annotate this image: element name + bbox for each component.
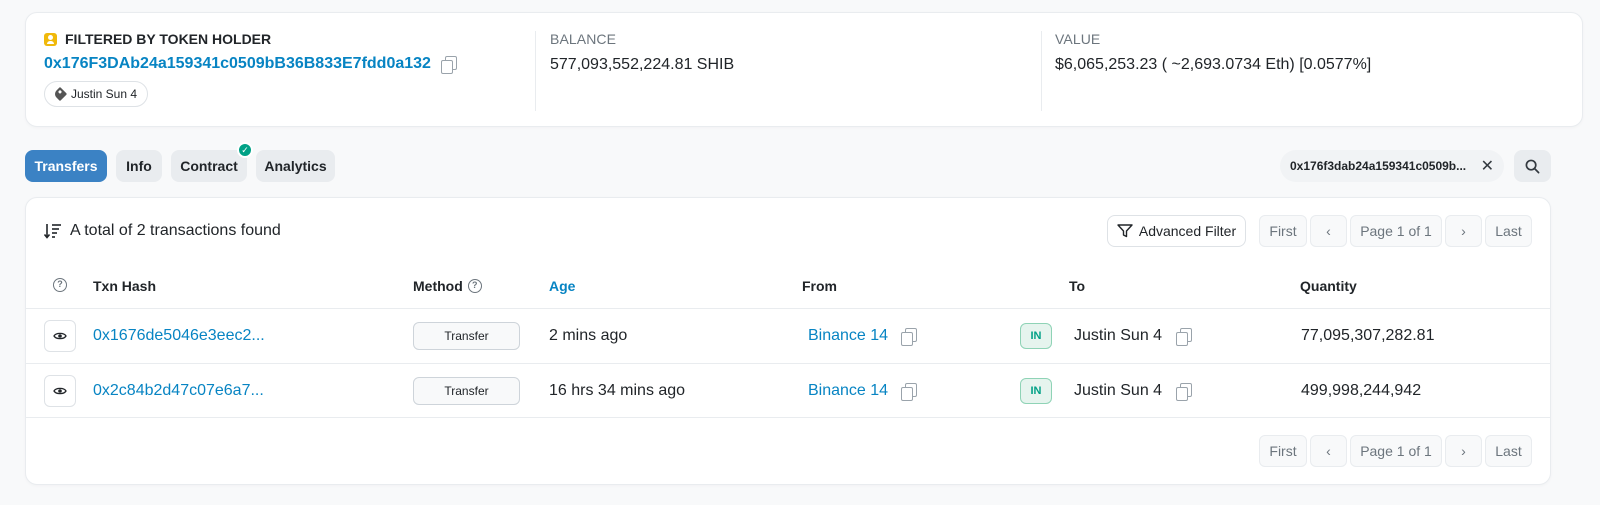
chevron-right-icon: ›	[1461, 443, 1466, 459]
tab-analytics[interactable]: Analytics	[256, 150, 335, 182]
from-address-link[interactable]: Binance 14	[808, 327, 888, 345]
tab-contract-label: Contract	[180, 158, 238, 174]
address-filter-chip[interactable]: 0x176f3dab24a159341c0509b... ✕	[1280, 150, 1504, 182]
holder-name-tag-label: Justin Sun 4	[71, 87, 138, 101]
column-method-label: Method	[413, 278, 463, 294]
chevron-left-icon: ‹	[1326, 223, 1331, 239]
value-section: VALUE $6,065,253.23 ( ~2,693.0734 Eth) […	[1055, 31, 1371, 74]
holder-label-row: FILTERED BY TOKEN HOLDER	[44, 31, 457, 47]
question-icon[interactable]: ?	[467, 279, 482, 293]
direction-badge: IN	[1020, 378, 1052, 404]
value-label: VALUE	[1055, 31, 1101, 47]
age-text: 16 hrs 34 mins ago	[549, 382, 686, 399]
holder-section: FILTERED BY TOKEN HOLDER 0x176F3DAb24a15…	[44, 31, 457, 107]
divider	[1041, 31, 1042, 111]
column-txn-hash: Txn Hash	[93, 278, 157, 294]
prev-page-button[interactable]: ‹	[1310, 435, 1347, 467]
close-icon[interactable]: ✕	[1481, 156, 1494, 176]
copy-icon[interactable]	[901, 328, 917, 346]
page-indicator: Page 1 of 1	[1350, 215, 1442, 247]
holder-label: FILTERED BY TOKEN HOLDER	[65, 31, 272, 47]
table-row: 0x2c84b2d47c07e6a7... Transfer 16 hrs 34…	[26, 364, 1550, 418]
eye-icon	[53, 332, 67, 340]
token-holder-card: FILTERED BY TOKEN HOLDER 0x176F3DAb24a15…	[25, 12, 1583, 127]
method-badge: Transfer	[413, 322, 520, 350]
column-method: Method ?	[413, 278, 482, 294]
user-badge-icon	[44, 32, 57, 46]
method-badge: Transfer	[413, 377, 520, 405]
copy-icon[interactable]	[1176, 328, 1192, 346]
transactions-summary-text: A total of 2 transactions found	[70, 222, 281, 239]
search-button[interactable]	[1514, 150, 1551, 182]
txn-hash-link[interactable]: 0x2c84b2d47c07e6a7...	[93, 382, 264, 400]
question-icon: ?	[53, 278, 67, 292]
from-address-link[interactable]: Binance 14	[808, 382, 888, 400]
address-filter-text: 0x176f3dab24a159341c0509b...	[1290, 159, 1467, 173]
copy-icon[interactable]	[901, 383, 917, 401]
prev-page-button[interactable]: ‹	[1310, 215, 1347, 247]
table-row: 0x1676de5046e3eec2... Transfer 2 mins ag…	[26, 309, 1550, 363]
chevron-left-icon: ‹	[1326, 443, 1331, 459]
search-icon	[1525, 159, 1540, 173]
balance-label: BALANCE	[550, 31, 617, 47]
holder-address-row: 0x176F3DAb24a159341c0509bB36B833E7fdd0a1…	[44, 55, 457, 74]
page-indicator: Page 1 of 1	[1350, 435, 1442, 467]
value-amount: $6,065,253.23 ( ~2,693.0734 Eth) [0.0577…	[1055, 56, 1372, 73]
preview-button[interactable]	[44, 375, 76, 407]
column-info-help[interactable]: ?	[53, 278, 67, 292]
quantity-value: 499,998,244,942	[1301, 382, 1422, 399]
column-from: From	[802, 278, 837, 294]
column-to: To	[1069, 278, 1086, 294]
eye-icon	[53, 387, 67, 395]
column-age[interactable]: Age	[549, 278, 575, 294]
first-page-button[interactable]: First	[1259, 435, 1307, 467]
advanced-filter-button[interactable]: Advanced Filter	[1107, 215, 1246, 247]
holder-address-link[interactable]: 0x176F3DAb24a159341c0509bB36B833E7fdd0a1…	[44, 55, 431, 73]
copy-icon[interactable]	[1176, 383, 1192, 401]
sort-icon	[44, 224, 61, 239]
transfers-table-card: A total of 2 transactions found Advanced…	[25, 197, 1551, 485]
balance-value: 577,093,552,224.81 SHIB	[550, 56, 735, 73]
txn-hash-link[interactable]: 0x1676de5046e3eec2...	[93, 327, 265, 345]
quantity-value: 77,095,307,282.81	[1301, 327, 1435, 344]
copy-icon[interactable]	[440, 56, 457, 74]
verified-check-icon: ✓	[237, 142, 253, 158]
next-page-button[interactable]: ›	[1445, 215, 1482, 247]
chevron-right-icon: ›	[1461, 223, 1466, 239]
last-page-button[interactable]: Last	[1485, 215, 1532, 247]
divider	[535, 31, 536, 111]
last-page-button[interactable]: Last	[1485, 435, 1532, 467]
first-page-button[interactable]: First	[1259, 215, 1307, 247]
advanced-filter-label: Advanced Filter	[1138, 223, 1237, 239]
divider	[26, 417, 1550, 418]
next-page-button[interactable]: ›	[1445, 435, 1482, 467]
tab-info[interactable]: Info	[116, 150, 162, 182]
tag-icon	[52, 86, 68, 102]
direction-badge: IN	[1020, 323, 1052, 349]
age-text: 2 mins ago	[549, 327, 628, 344]
tab-transfers[interactable]: Transfers	[25, 150, 107, 182]
balance-section: BALANCE 577,093,552,224.81 SHIB	[550, 31, 734, 74]
tab-contract[interactable]: Contract ✓	[171, 142, 253, 182]
column-quantity: Quantity	[1300, 278, 1357, 294]
holder-name-tag[interactable]: Justin Sun 4	[44, 81, 149, 107]
transactions-summary: A total of 2 transactions found	[44, 222, 281, 240]
to-address-text: Justin Sun 4	[1074, 327, 1163, 344]
filter-icon	[1117, 224, 1133, 238]
to-address-text: Justin Sun 4	[1074, 382, 1163, 399]
preview-button[interactable]	[44, 320, 76, 352]
